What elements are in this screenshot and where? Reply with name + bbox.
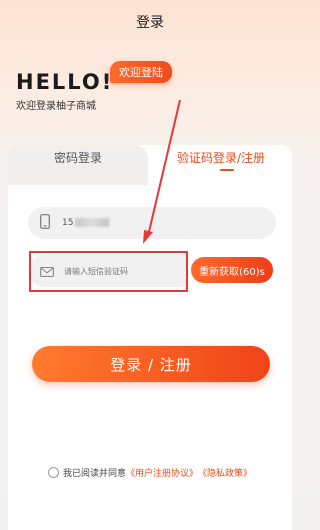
tab-sms-login[interactable]: 验证码登录/注册: [150, 145, 292, 185]
agreement-prefix: 我已阅读并同意: [62, 469, 126, 479]
active-tab-indicator: [220, 169, 234, 171]
login-register-button[interactable]: 登录 / 注册: [32, 346, 270, 382]
hello-heading: HELLO!: [16, 70, 114, 94]
resend-code-button[interactable]: 重新获取(60)s: [191, 257, 273, 283]
agreement-row: 我已阅读并同意 《用户注册协议》 《隐私政策》: [0, 466, 300, 479]
mail-icon: [40, 262, 54, 281]
sms-code-field[interactable]: [28, 255, 188, 287]
phone-value: 15: [62, 218, 110, 228]
privacy-policy-link[interactable]: 《隐私政策》: [198, 466, 252, 479]
tab-password-login[interactable]: 密码登录: [8, 145, 148, 185]
agreement-checkbox[interactable]: [47, 467, 59, 478]
welcome-subtitle: 欢迎登录柚子商城: [16, 101, 96, 112]
phone-icon: [40, 213, 50, 233]
user-agreement-link[interactable]: 《用户注册协议》: [126, 466, 198, 479]
page-title: 登录: [136, 15, 164, 31]
phone-field[interactable]: 15: [28, 207, 276, 239]
welcome-badge: 欢迎登陆: [110, 61, 172, 83]
sms-code-input[interactable]: [64, 266, 184, 276]
masked-number: [75, 218, 110, 227]
